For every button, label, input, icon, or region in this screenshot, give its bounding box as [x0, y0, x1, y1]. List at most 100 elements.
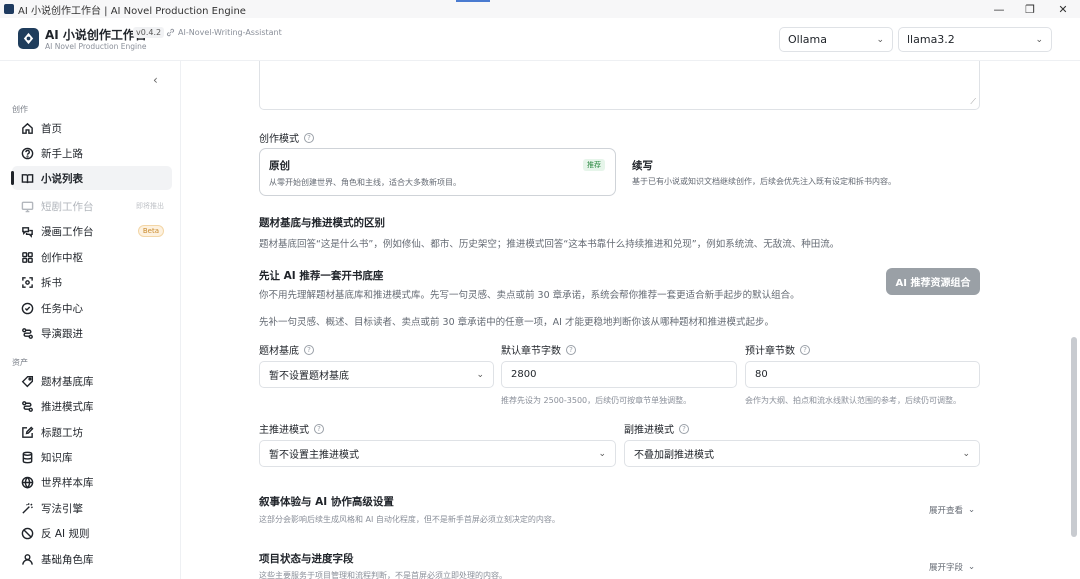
minimize-icon[interactable]: — — [982, 0, 1016, 18]
mode-label: 创作模式 ? — [259, 130, 314, 145]
sidebar-item-world-samples[interactable]: 世界样本库 — [12, 470, 172, 494]
sidebar-item-book-analysis[interactable]: 拆书 — [12, 270, 172, 294]
advanced-settings-toggle[interactable]: 展开查看 ⌄ — [929, 504, 975, 516]
close-icon[interactable]: ✕ — [1046, 0, 1080, 18]
chapters-label: 预计章节数 ? — [745, 342, 810, 357]
main-scrollbar[interactable] — [1071, 61, 1077, 579]
help-icon[interactable]: ? — [314, 423, 324, 434]
chapter-count-input[interactable]: 80 — [745, 361, 980, 388]
sidebar-item-director-followup[interactable]: 导演跟进 — [12, 321, 172, 345]
edit-icon — [20, 425, 34, 439]
project-status-toggle[interactable]: 展开字段 ⌄ — [929, 561, 975, 573]
collapse-sidebar-icon[interactable]: ‹ — [153, 73, 158, 87]
scan-icon — [20, 275, 34, 289]
sidebar-item-label: 拆书 — [41, 276, 62, 289]
ai-recommend-button[interactable]: AI 推荐资源组合 — [886, 268, 980, 295]
grid-icon — [20, 250, 34, 264]
project-status-desc: 这些主要服务于项目管理和流程判断，不是首屏必须立即处理的内容。 — [259, 571, 507, 579]
repo-link[interactable]: AI-Novel-Writing-Assistant — [166, 28, 282, 37]
words-label-text: 默认章节字数 — [501, 346, 561, 357]
sub-drive-label: 副推进模式 ? — [624, 421, 689, 436]
sidebar-item-knowledge-base[interactable]: 知识库 — [12, 445, 172, 469]
flow-icon — [20, 326, 34, 340]
mode-desc: 从零开始创建世界、角色和主线，适合大多数新项目。 — [269, 178, 461, 187]
globe-icon — [20, 475, 34, 489]
scrollbar-thumb[interactable] — [1071, 337, 1077, 537]
chapters-value: 80 — [755, 369, 768, 380]
brand-title: AI 小说创作工作台 — [45, 28, 147, 42]
description-textarea[interactable]: ⟋ — [259, 61, 980, 110]
app-header: AI 小说创作工作台 AI Novel Production Engine v0… — [0, 18, 1080, 61]
mode-desc: 基于已有小说或知识文档继续创作，后续会优先注入既有设定和拆书内容。 — [632, 177, 896, 186]
mode-title: 原创 — [269, 160, 290, 172]
genre-select[interactable]: 暂不设置题材基底 ⌄ — [259, 361, 494, 388]
database-icon — [20, 450, 34, 464]
logo-icon — [18, 28, 39, 49]
sidebar: ‹ 创作 首页 新手上路 小说列表 短剧工作台 即将推出 漫画工作台 Beta … — [0, 61, 181, 579]
sidebar-item-label: 世界样本库 — [41, 476, 94, 489]
sidebar-item-label: 知识库 — [41, 451, 73, 464]
model-select[interactable]: llama3.2 ⌄ — [898, 27, 1052, 52]
sidebar-item-home[interactable]: 首页 — [12, 116, 172, 140]
sidebar-item-task-center[interactable]: 任务中心 — [12, 296, 172, 320]
book-open-icon — [20, 171, 34, 185]
recommend-title: 先让 AI 推荐一套开书底座 — [259, 270, 384, 282]
sidebar-item-genre-library[interactable]: 题材基底库 — [12, 369, 172, 393]
diff-title: 题材基底与推进模式的区别 — [259, 217, 385, 229]
chapters-label-text: 预计章节数 — [745, 346, 795, 357]
sidebar-item-onboarding[interactable]: 新手上路 — [12, 141, 172, 165]
sidebar-item-character-library[interactable]: 基础角色库 — [12, 547, 172, 571]
words-label: 默认章节字数 ? — [501, 342, 576, 357]
chevron-down-icon: ⌄ — [962, 448, 970, 459]
task-icon — [20, 301, 34, 315]
main-drive-label: 主推进模式 ? — [259, 421, 324, 436]
sidebar-item-title-workshop[interactable]: 标题工坊 — [12, 420, 172, 444]
sidebar-item-drive-library[interactable]: 推进模式库 — [12, 394, 172, 418]
sidebar-item-label: 漫画工作台 — [41, 225, 94, 238]
main-content: ⟋ 创作模式 ? 原创 推荐 从零开始创建世界、角色和主线，适合大多数新项目。 … — [181, 61, 1070, 579]
help-icon[interactable]: ? — [566, 344, 576, 355]
main-drive-value: 暂不设置主推进模式 — [269, 450, 359, 461]
recommend-desc: 你不用先理解题材基底库和推进模式库。先写一句灵感、卖点或前 30 章承诺，系统会… — [259, 290, 800, 301]
sidebar-item-label: 短剧工作台 — [41, 200, 94, 213]
sidebar-item-comic[interactable]: 漫画工作台 Beta — [12, 219, 172, 243]
sidebar-item-anti-ai-rules[interactable]: 反 AI 规则 — [12, 521, 172, 545]
monitor-icon — [20, 199, 34, 213]
sidebar-item-label: 写法引擎 — [41, 502, 83, 515]
flow-icon — [20, 399, 34, 413]
words-value: 2800 — [511, 369, 537, 380]
ban-icon — [20, 526, 34, 540]
chapter-words-input[interactable]: 2800 — [501, 361, 737, 388]
sidebar-group-label: 资产 — [12, 358, 28, 367]
help-icon[interactable]: ? — [304, 344, 314, 355]
mode-option-original[interactable]: 原创 推荐 从零开始创建世界、角色和主线，适合大多数新项目。 — [259, 148, 616, 196]
sidebar-item-label: 新手上路 — [41, 147, 83, 160]
help-icon[interactable]: ? — [304, 132, 314, 143]
mode-option-continue[interactable]: 续写 基于已有小说或知识文档继续创作，后续会优先注入既有设定和拆书内容。 — [632, 148, 989, 196]
coming-soon-tag: 即将推出 — [136, 202, 164, 210]
main-drive-select[interactable]: 暂不设置主推进模式 ⌄ — [259, 440, 616, 467]
chevron-down-icon: ⌄ — [476, 369, 484, 380]
help-icon[interactable]: ? — [800, 344, 810, 355]
sub-drive-select[interactable]: 不叠加副推进模式 ⌄ — [624, 440, 980, 467]
link-icon — [166, 28, 175, 37]
sidebar-item-label: 题材基底库 — [41, 375, 94, 388]
resize-grip-icon[interactable]: ⟋ — [970, 97, 976, 107]
help-icon[interactable]: ? — [679, 423, 689, 434]
maximize-icon[interactable]: ❐ — [1013, 0, 1047, 18]
words-hint: 推荐先设为 2500-3500，后续仍可按章节单独调整。 — [501, 396, 692, 405]
sidebar-item-label: 导演跟进 — [41, 327, 83, 340]
sidebar-item-short-drama: 短剧工作台 即将推出 — [12, 194, 172, 218]
sidebar-item-label: 小说列表 — [41, 172, 83, 185]
sidebar-item-creation-hub[interactable]: 创作中枢 — [12, 245, 172, 269]
mode-label-text: 创作模式 — [259, 134, 299, 145]
sidebar-item-label: 任务中心 — [41, 302, 83, 315]
project-status-title: 项目状态与进度字段 — [259, 553, 354, 565]
chevron-down-icon: ⌄ — [876, 34, 884, 45]
provider-select[interactable]: Ollama ⌄ — [779, 27, 893, 52]
sidebar-item-novel-list[interactable]: 小说列表 — [11, 166, 172, 190]
app-icon — [4, 4, 14, 14]
sidebar-item-writing-engine[interactable]: 写法引擎 — [12, 496, 172, 520]
advanced-settings-desc: 这部分会影响后续生成风格和 AI 自动化程度，但不是新手首屏必须立刻决定的内容。 — [259, 515, 560, 524]
chevron-down-icon: ⌄ — [1035, 34, 1043, 45]
